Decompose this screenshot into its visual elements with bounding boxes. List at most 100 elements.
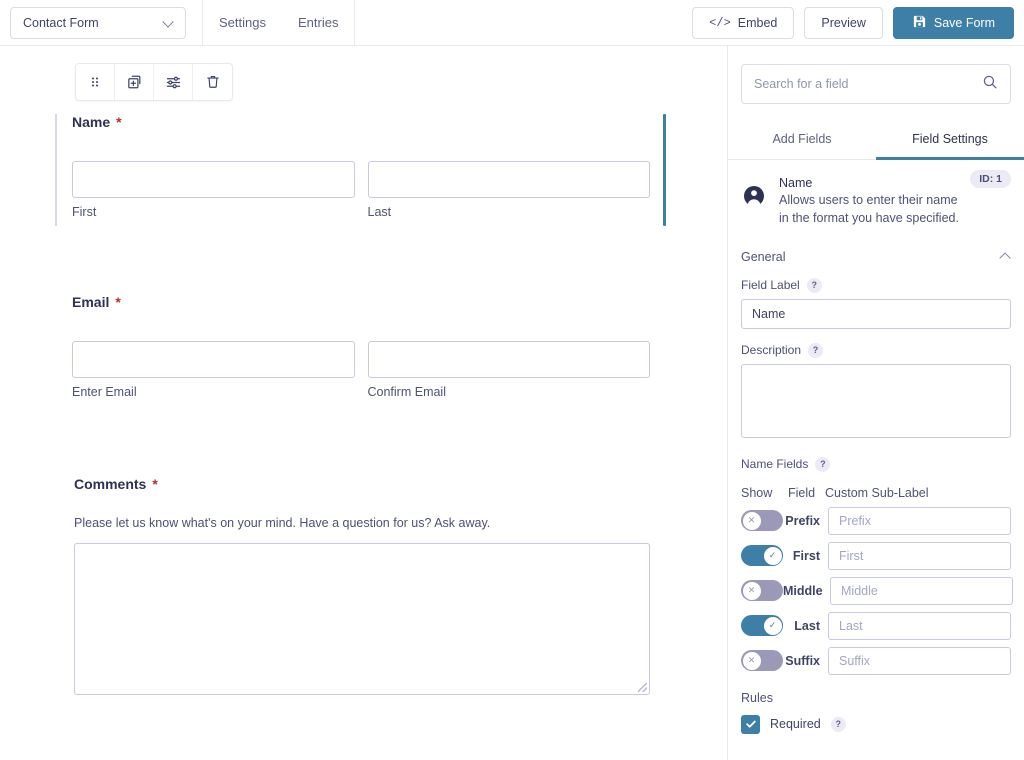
toggle-prefix[interactable]: ✕ <box>741 510 783 531</box>
description-setting: Description ? <box>728 343 1024 443</box>
email-enter-input[interactable] <box>72 341 355 378</box>
name-last-column: Last <box>368 161 651 219</box>
email-enter-column: Enter Email <box>72 341 355 399</box>
required-asterisk: * <box>115 295 120 309</box>
cross-icon: ✕ <box>748 516 756 525</box>
person-icon <box>741 176 767 228</box>
nav-item-entries[interactable]: Entries <box>282 0 354 46</box>
email-confirm-input[interactable] <box>368 341 651 378</box>
comments-textarea[interactable] <box>74 543 650 695</box>
field-label-setting-label: Field Label ? <box>741 278 1011 293</box>
field-info-header: Name Allows users to enter their name in… <box>728 160 1024 228</box>
name-fields-table-header: Show Field Custom Sub-Label <box>728 486 1024 500</box>
nav-item-settings[interactable]: Settings <box>203 0 282 46</box>
duplicate-icon[interactable] <box>115 64 154 100</box>
form-canvas: Name * First Last Email * <box>0 46 727 760</box>
name-fields-label-text: Name Fields <box>741 457 808 471</box>
form-builder-app: Contact Form Settings Entries </> Embed … <box>0 0 1024 760</box>
help-icon[interactable]: ? <box>807 278 822 293</box>
field-label-text: Email <box>72 294 109 310</box>
sublabel-input-middle[interactable] <box>830 577 1013 605</box>
column-header-field: Field <box>788 486 825 500</box>
search-input[interactable] <box>754 77 982 91</box>
toggle-first[interactable]: ✓ <box>741 545 783 566</box>
sublabel-input-last[interactable] <box>828 612 1011 640</box>
help-icon[interactable]: ? <box>808 343 823 358</box>
toggle-knob: ✕ <box>743 652 761 670</box>
description-setting-label: Description ? <box>741 343 1011 358</box>
name-first-column: First <box>72 161 355 219</box>
sublabel-input-first[interactable] <box>828 542 1011 570</box>
form-selector-dropdown[interactable]: Contact Form <box>10 7 186 39</box>
field-label-text: Comments <box>74 476 146 492</box>
name-last-sublabel: Last <box>368 205 651 219</box>
save-form-button-label: Save Form <box>934 16 995 30</box>
chevron-up-icon[interactable] <box>1000 251 1011 262</box>
save-form-button[interactable]: Save Form <box>893 7 1014 39</box>
email-field-columns: Enter Email Confirm Email <box>72 341 650 399</box>
search-icon[interactable] <box>982 74 998 95</box>
preview-button-label: Preview <box>821 16 865 30</box>
toolbar-divider-right <box>354 0 355 46</box>
search-box[interactable] <box>741 64 1011 104</box>
name-first-sublabel: First <box>72 205 355 219</box>
toggle-knob: ✕ <box>743 512 761 530</box>
name-field-label-first: First <box>783 549 828 563</box>
comments-field-description: Please let us know what's on your mind. … <box>74 516 650 530</box>
toggle-suffix[interactable]: ✕ <box>741 650 783 671</box>
toggle-knob: ✓ <box>764 617 782 635</box>
toggle-last[interactable]: ✓ <box>741 615 783 636</box>
check-icon: ✓ <box>769 551 777 560</box>
embed-button[interactable]: </> Embed <box>692 7 794 39</box>
required-checkbox[interactable] <box>741 715 760 734</box>
trash-icon[interactable] <box>193 64 232 100</box>
field-settings-sidebar: Add Fields Field Settings Name Allows us… <box>727 46 1024 760</box>
name-field-label-last: Last <box>783 619 828 633</box>
name-first-input[interactable] <box>72 161 355 198</box>
form-field-comments-label: Comments * <box>74 476 650 492</box>
sublabel-input-prefix[interactable] <box>828 507 1011 535</box>
name-last-input[interactable] <box>368 161 651 198</box>
description-textarea[interactable] <box>741 364 1011 438</box>
cross-icon: ✕ <box>748 656 756 665</box>
description-setting-text: Description <box>741 343 801 357</box>
rules-section-title: Rules <box>728 691 1024 705</box>
preview-button[interactable]: Preview <box>804 7 882 39</box>
name-field-label-prefix: Prefix <box>783 514 828 528</box>
code-icon: </> <box>709 16 731 30</box>
tab-field-settings[interactable]: Field Settings <box>876 122 1024 160</box>
top-bar-actions: </> Embed Preview Save Form <box>692 7 1024 39</box>
general-section-header[interactable]: General <box>728 250 1024 264</box>
sidebar-search-wrap <box>728 46 1024 104</box>
top-bar: Contact Form Settings Entries </> Embed … <box>0 0 1024 46</box>
column-header-show: Show <box>741 486 788 500</box>
required-rule-row: Required ? <box>728 715 1024 734</box>
email-enter-sublabel: Enter Email <box>72 385 355 399</box>
name-field-row-middle: ✕ Middle <box>728 577 1024 605</box>
field-label-text: Name <box>72 114 110 130</box>
form-field-email-label: Email * <box>72 294 650 310</box>
sublabel-input-suffix[interactable] <box>828 647 1011 675</box>
tab-add-fields[interactable]: Add Fields <box>728 122 876 160</box>
form-field-email[interactable]: Email * Enter Email Confirm Email <box>72 294 650 399</box>
name-field-row-last: ✓ Last <box>728 612 1024 640</box>
general-section-title: General <box>741 250 785 264</box>
form-field-name[interactable]: Name * First Last <box>72 114 650 219</box>
required-asterisk: * <box>116 115 121 129</box>
form-selector-label: Contact Form <box>23 16 99 30</box>
name-field-row-suffix: ✕ Suffix <box>728 647 1024 675</box>
help-icon[interactable]: ? <box>831 717 846 732</box>
toggle-middle[interactable]: ✕ <box>741 580 783 601</box>
drag-handle-icon[interactable] <box>76 64 115 100</box>
help-icon[interactable]: ? <box>815 457 830 472</box>
field-label-setting: Field Label ? <box>728 278 1024 329</box>
resize-grip-icon[interactable] <box>638 683 647 692</box>
form-field-name-label: Name * <box>72 114 650 130</box>
sidebar-tabs: Add Fields Field Settings <box>728 122 1024 160</box>
form-field-comments[interactable]: Comments * Please let us know what's on … <box>74 476 650 695</box>
check-icon: ✓ <box>769 621 777 630</box>
email-confirm-column: Confirm Email <box>368 341 651 399</box>
chevron-down-icon <box>164 17 175 28</box>
settings-sliders-icon[interactable] <box>154 64 193 100</box>
field-label-input[interactable] <box>741 299 1011 329</box>
